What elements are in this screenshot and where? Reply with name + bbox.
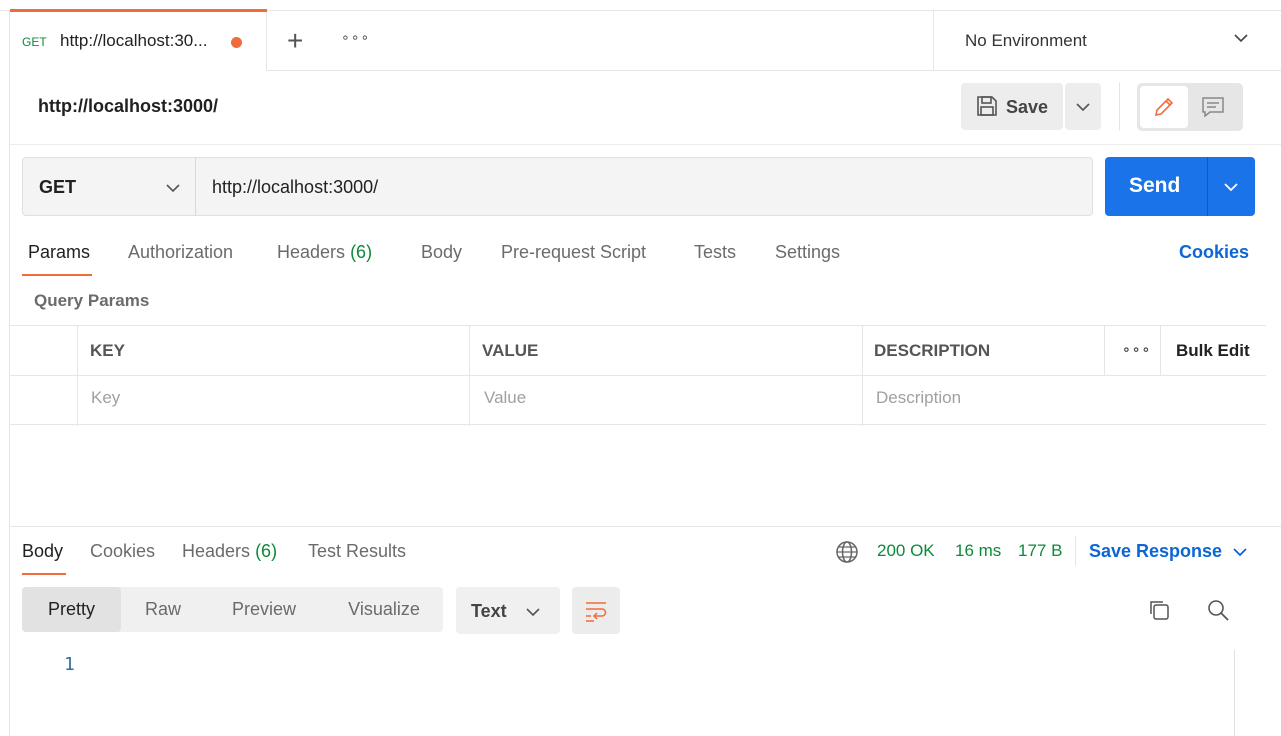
response-type-label: Text — [471, 601, 507, 621]
tab-label: Authorization — [128, 242, 234, 262]
globe-icon[interactable] — [835, 540, 859, 564]
response-type-select[interactable]: Text — [456, 587, 560, 634]
chevron-down-icon — [1076, 103, 1090, 112]
response-tab-test-results[interactable]: Test Results — [308, 541, 406, 562]
chevron-down-icon — [1224, 183, 1238, 192]
send-button[interactable]: Send — [1105, 157, 1207, 216]
tab-label: Pre-request Script — [501, 242, 647, 262]
save-icon — [977, 96, 997, 116]
divider — [1075, 536, 1076, 566]
save-dropdown-button[interactable] — [1065, 83, 1101, 130]
headers-count: (6) — [350, 242, 373, 262]
tab-more-button[interactable]: ∘∘∘ — [341, 29, 370, 46]
response-divider — [10, 526, 1281, 527]
status-code[interactable]: 200 OK — [877, 541, 935, 561]
wrap-lines-icon — [586, 602, 607, 622]
active-tab-indicator — [22, 573, 66, 575]
tab-label: Test Results — [308, 541, 407, 561]
params-table: KEY VALUE DESCRIPTION ∘∘∘ Bulk Edit Key … — [10, 325, 1266, 426]
table-more-button[interactable]: ∘∘∘ — [1122, 341, 1151, 358]
response-size[interactable]: 177 B — [1018, 541, 1062, 561]
edit-mode-button[interactable] — [1140, 86, 1188, 128]
search-icon[interactable] — [1206, 598, 1230, 622]
active-tab-indicator — [10, 9, 267, 12]
chevron-down-icon — [1234, 34, 1248, 43]
wrap-lines-button[interactable] — [572, 587, 620, 634]
format-raw[interactable]: Raw — [121, 587, 205, 632]
chevron-down-icon[interactable] — [1232, 544, 1248, 560]
copy-icon[interactable] — [1147, 598, 1171, 622]
url-value: http://localhost:3000/ — [212, 177, 379, 197]
send-dropdown-button[interactable] — [1207, 157, 1255, 216]
environment-label: No Environment — [965, 31, 1087, 50]
tab-params[interactable]: Params — [28, 242, 90, 263]
bulk-edit-button[interactable]: Bulk Edit — [1176, 341, 1250, 361]
tab-label: Headers — [277, 242, 346, 262]
tab-label: Tests — [694, 242, 737, 262]
tab-label: Headers — [182, 541, 251, 561]
divider — [10, 144, 1281, 145]
pencil-icon — [1154, 97, 1174, 117]
unsaved-dot-icon — [231, 37, 242, 48]
save-button[interactable]: Save — [961, 83, 1063, 130]
key-input[interactable]: Key — [91, 388, 120, 408]
request-title[interactable]: http://localhost:3000/ — [38, 96, 218, 117]
active-tab-indicator — [22, 274, 92, 276]
headers-count: (6) — [255, 541, 278, 561]
tab-bar: GET http://localhost:30... + ∘∘∘ No Envi… — [10, 9, 1281, 71]
cookies-link[interactable]: Cookies — [1179, 242, 1249, 263]
format-pretty[interactable]: Pretty — [22, 587, 121, 632]
tab-url: http://localhost:30... — [60, 31, 208, 50]
response-tab-headers[interactable]: Headers (6) — [182, 541, 277, 562]
method-label: GET — [39, 177, 77, 197]
tab-headers[interactable]: Headers (6) — [277, 242, 372, 263]
request-tab[interactable]: GET http://localhost:30... — [10, 9, 267, 71]
editor-scrollbar[interactable] — [1234, 650, 1235, 736]
row-divider — [10, 375, 1266, 376]
tab-authorization[interactable]: Authorization — [128, 242, 233, 263]
column-divider — [469, 326, 470, 426]
query-params-title: Query Params — [34, 291, 150, 310]
tab-label: Params — [28, 242, 91, 262]
column-header-description: DESCRIPTION — [874, 341, 991, 360]
column-divider — [862, 326, 863, 426]
response-time[interactable]: 16 ms — [955, 541, 1001, 561]
column-divider — [1104, 326, 1105, 375]
tab-label: Body — [421, 242, 463, 262]
response-tab-body[interactable]: Body — [22, 541, 63, 562]
chevron-down-icon — [166, 184, 180, 193]
column-divider — [1160, 326, 1161, 375]
tab-tests[interactable]: Tests — [694, 242, 736, 263]
tab-label: Settings — [775, 242, 841, 262]
description-input[interactable]: Description — [876, 388, 961, 408]
new-tab-button[interactable]: + — [287, 25, 303, 57]
tab-label: Body — [22, 541, 64, 561]
tab-label: Cookies — [90, 541, 156, 561]
send-label: Send — [1129, 174, 1181, 197]
response-tab-cookies[interactable]: Cookies — [90, 541, 155, 562]
column-header-value: VALUE — [482, 341, 539, 360]
url-input[interactable]: http://localhost:3000/ — [195, 157, 1093, 216]
divider — [1119, 82, 1120, 131]
column-header-key: KEY — [90, 341, 125, 360]
tab-body[interactable]: Body — [421, 242, 462, 263]
mode-toggle — [1137, 83, 1243, 131]
value-input[interactable]: Value — [484, 388, 526, 408]
format-preview[interactable]: Preview — [211, 587, 317, 632]
save-response-button[interactable]: Save Response — [1089, 541, 1222, 562]
method-select[interactable]: GET — [22, 157, 196, 216]
environment-selector[interactable]: No Environment — [933, 11, 1281, 71]
tab-pre-request-script[interactable]: Pre-request Script — [501, 242, 646, 263]
format-visualize[interactable]: Visualize — [329, 587, 439, 632]
editor-line-number: 1 — [64, 654, 75, 675]
comment-icon[interactable] — [1201, 96, 1225, 118]
chevron-down-icon — [526, 608, 540, 617]
tab-method: GET — [22, 35, 47, 49]
save-label: Save — [1006, 97, 1049, 117]
format-segmented-control: Pretty Raw Preview Visualize — [22, 587, 443, 632]
tab-settings[interactable]: Settings — [775, 242, 840, 263]
column-divider — [77, 326, 78, 426]
